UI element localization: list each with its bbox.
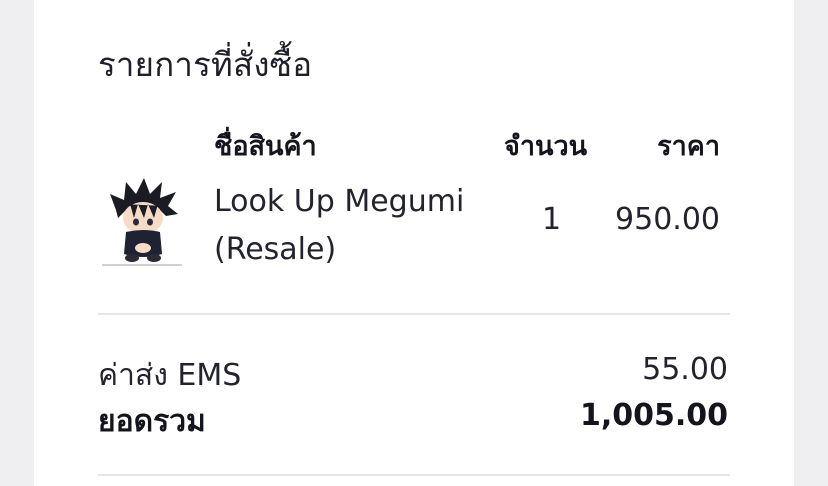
divider: [98, 313, 730, 315]
product-qty: 1: [542, 202, 562, 237]
column-header-qty: จำนวน: [504, 131, 588, 162]
total-value: 1,005.00: [579, 398, 728, 433]
product-price: 950.00: [615, 202, 720, 237]
order-title: รายการที่สั่งซื้อ: [98, 45, 313, 84]
divider-bottom: [98, 474, 730, 476]
product-name: Look Up Megumi (Resale): [214, 178, 514, 274]
column-header-name: ชื่อสินค้า: [214, 131, 317, 162]
order-summary-card: รายการที่สั่งซื้อ ชื่อสินค้า จำนวน ราคา …: [34, 0, 794, 486]
column-header-price: ราคา: [657, 131, 720, 162]
product-name-line2: (Resale): [214, 232, 337, 267]
product-name-line1: Look Up Megumi: [214, 184, 465, 219]
shipping-label: ค่าส่ง EMS: [98, 358, 242, 393]
product-thumbnail-icon: [98, 174, 188, 270]
total-label: ยอดรวม: [98, 404, 206, 439]
shipping-value: 55.00: [642, 352, 728, 387]
